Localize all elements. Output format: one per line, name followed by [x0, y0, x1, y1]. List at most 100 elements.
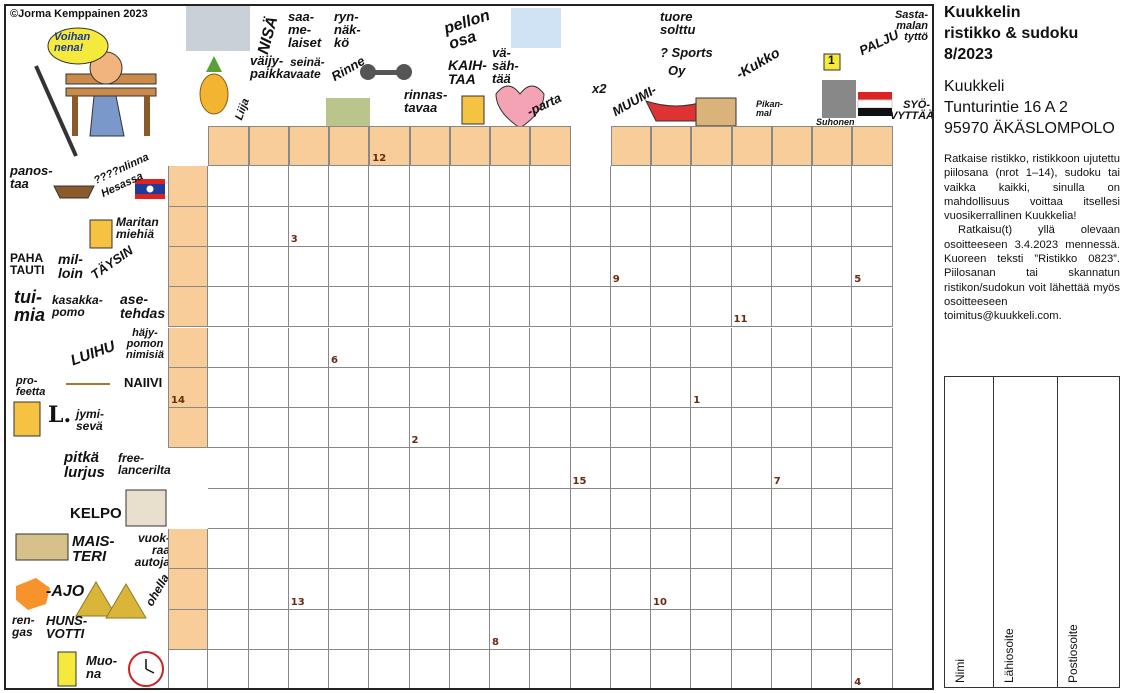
grid-cell[interactable] [490, 287, 531, 328]
grid-cell[interactable] [691, 206, 732, 247]
grid-cell[interactable] [208, 649, 249, 688]
grid-cell[interactable] [288, 448, 329, 489]
grid-cell[interactable] [248, 488, 289, 529]
grid-cell[interactable] [611, 649, 651, 688]
grid-cell[interactable]: 9 [610, 246, 651, 288]
grid-cell[interactable]: 2 [409, 408, 450, 449]
grid-cell[interactable] [852, 367, 893, 409]
grid-cell[interactable] [610, 206, 651, 247]
grid-cell[interactable] [369, 246, 410, 288]
grid-cell[interactable] [852, 126, 893, 167]
grid-cell[interactable] [288, 488, 329, 529]
grid-cell[interactable] [490, 529, 531, 570]
grid-cell[interactable] [852, 609, 893, 650]
grid-cell[interactable] [449, 569, 490, 610]
grid-cell[interactable] [288, 408, 329, 449]
grid-cell[interactable]: 14 [168, 367, 209, 409]
grid-cell[interactable] [771, 529, 812, 570]
grid-cell[interactable] [369, 529, 410, 570]
grid-cell[interactable] [651, 246, 692, 288]
grid-cell[interactable] [449, 206, 490, 247]
grid-cell[interactable] [329, 206, 370, 247]
grid-cell[interactable] [449, 327, 490, 368]
grid-cell[interactable] [450, 649, 490, 688]
grid-cell[interactable] [530, 287, 571, 328]
grid-cell[interactable] [691, 287, 732, 328]
grid-cell[interactable]: 3 [288, 206, 329, 247]
grid-cell[interactable] [530, 488, 571, 529]
grid-cell[interactable] [168, 166, 209, 207]
grid-cell[interactable] [490, 246, 531, 288]
grid-cell[interactable] [168, 609, 209, 650]
grid-cell[interactable] [369, 367, 410, 409]
grid-cell[interactable] [731, 529, 772, 570]
grid-cell[interactable] [449, 246, 490, 288]
grid-cell[interactable] [812, 408, 853, 449]
grid-cell[interactable] [248, 529, 289, 570]
grid-cell[interactable] [530, 448, 571, 489]
grid-cell[interactable] [249, 649, 289, 688]
grid-cell[interactable] [571, 649, 611, 688]
grid-cell[interactable]: 10 [651, 569, 692, 610]
grid-cell[interactable] [530, 327, 571, 368]
grid-cell[interactable] [369, 287, 410, 328]
grid-cell[interactable] [570, 367, 611, 409]
street-address-field[interactable]: Lähiosoite [993, 377, 1058, 687]
grid-cell[interactable] [731, 408, 772, 449]
grid-cell[interactable] [691, 126, 732, 167]
grid-cell[interactable] [369, 649, 410, 688]
grid-cell[interactable] [731, 609, 772, 650]
grid-cell[interactable] [852, 206, 893, 247]
grid-cell[interactable] [610, 408, 651, 449]
grid-cell[interactable] [651, 408, 692, 449]
grid-cell[interactable] [691, 529, 732, 570]
grid-cell[interactable] [409, 166, 450, 207]
grid-cell[interactable] [530, 166, 571, 207]
grid-cell[interactable] [731, 126, 772, 167]
grid-cell[interactable] [610, 529, 651, 570]
grid-cell[interactable] [651, 126, 692, 167]
grid-cell[interactable] [852, 448, 893, 489]
grid-cell[interactable] [409, 246, 450, 288]
grid-cell[interactable] [490, 408, 531, 449]
grid-cell[interactable] [490, 166, 531, 207]
grid-cell[interactable] [852, 166, 893, 207]
grid-cell[interactable] [208, 448, 249, 489]
grid-cell[interactable] [852, 327, 893, 368]
grid-cell[interactable] [288, 327, 329, 368]
grid-cell[interactable] [651, 166, 692, 207]
grid-cell[interactable] [812, 246, 853, 288]
grid-cell[interactable] [530, 569, 571, 610]
grid-cell[interactable] [208, 166, 249, 207]
grid-cell[interactable] [329, 609, 370, 650]
grid-cell[interactable] [329, 408, 370, 449]
grid-cell[interactable] [329, 287, 370, 328]
grid-cell[interactable] [852, 408, 893, 449]
grid-cell[interactable] [731, 246, 772, 288]
grid-cell[interactable] [248, 367, 289, 409]
grid-cell[interactable] [812, 367, 853, 409]
grid-cell[interactable] [168, 287, 209, 328]
grid-cell[interactable] [530, 649, 571, 688]
grid-cell[interactable] [812, 448, 853, 489]
grid-cell[interactable] [409, 529, 450, 570]
grid-cell[interactable] [570, 408, 611, 449]
grid-cell[interactable] [208, 408, 249, 449]
grid-cell[interactable] [369, 488, 410, 529]
grid-cell[interactable] [369, 408, 410, 449]
grid-cell[interactable] [610, 448, 651, 489]
grid-cell[interactable] [812, 569, 853, 610]
grid-cell[interactable] [691, 246, 732, 288]
grid-cell[interactable] [490, 649, 531, 688]
grid-cell[interactable] [168, 649, 209, 688]
postal-address-field[interactable]: Postiosoite [1057, 377, 1122, 687]
grid-cell[interactable] [329, 166, 370, 207]
grid-cell[interactable] [248, 287, 289, 328]
grid-cell[interactable] [409, 327, 450, 368]
grid-cell[interactable] [610, 126, 651, 167]
grid-cell[interactable] [449, 448, 490, 489]
grid-cell[interactable] [812, 649, 853, 688]
grid-cell[interactable] [288, 126, 329, 167]
grid-cell[interactable] [771, 609, 812, 650]
grid-cell[interactable]: 4 [852, 649, 893, 688]
